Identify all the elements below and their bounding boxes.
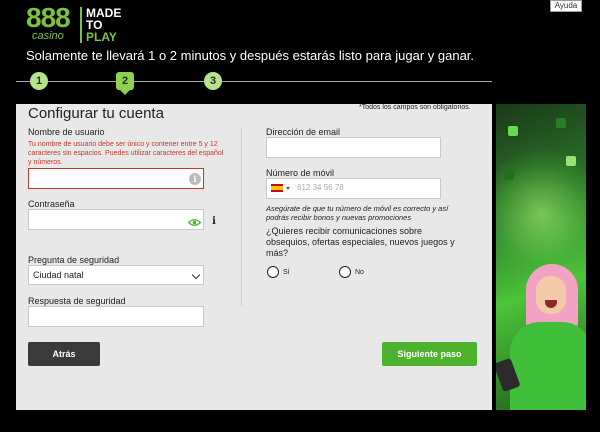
- username-input[interactable]: [29, 169, 203, 189]
- eye-icon[interactable]: [188, 218, 201, 227]
- mobile-hint: Asegúrate de que tu número de móvil es c…: [266, 204, 449, 222]
- username-error: Tu nombre de usuario debe ser único y co…: [28, 141, 224, 166]
- chip-icon: [556, 118, 566, 128]
- step-1: 1: [30, 72, 48, 90]
- step-3: 3: [204, 72, 222, 90]
- security-answer-field[interactable]: [28, 306, 204, 327]
- radio-yes[interactable]: [267, 266, 279, 278]
- radio-yes-label[interactable]: Sí: [283, 268, 290, 277]
- person-face: [536, 276, 566, 314]
- logo-number: 888: [26, 2, 71, 33]
- dice-icon: [508, 126, 518, 136]
- promo-question: ¿Quieres recibir comunicaciones sobre ob…: [266, 226, 455, 258]
- chevron-down-icon[interactable]: [286, 187, 290, 190]
- info-icon[interactable]: i: [189, 173, 201, 185]
- security-answer-input[interactable]: [29, 307, 203, 327]
- security-question-value: Ciudad natal: [33, 270, 84, 280]
- mobile-placeholder[interactable]: 612 34 56 78: [297, 182, 344, 194]
- person-body: [510, 322, 586, 410]
- email-input[interactable]: [267, 138, 440, 158]
- promo-image: [496, 104, 586, 410]
- logo-tagline: MADE TO PLAY: [86, 7, 121, 43]
- dice-icon: [504, 170, 514, 180]
- page-title: Configurar tu cuenta: [28, 105, 164, 122]
- column-divider: [241, 128, 242, 306]
- info-icon[interactable]: i: [209, 216, 219, 228]
- chevron-down-icon: [191, 270, 201, 280]
- steps-line: [16, 81, 492, 82]
- brand-logo: 888 casino MADE TO PLAY: [26, 4, 132, 44]
- required-note: *Todos los campos son obligatorios.: [359, 104, 471, 111]
- back-button[interactable]: Atrás: [28, 342, 100, 366]
- radio-no[interactable]: [339, 266, 351, 278]
- username-label: Nombre de usuario: [28, 127, 105, 137]
- password-input[interactable]: [29, 210, 203, 230]
- security-question-select[interactable]: Ciudad natal: [28, 265, 204, 285]
- page-tagline: Solamente te llevará 1 o 2 minutos y des…: [26, 48, 475, 63]
- help-button[interactable]: Ayuda: [550, 0, 582, 12]
- username-field[interactable]: [28, 168, 204, 189]
- star-icon: [566, 156, 576, 166]
- logo-tag-line3: PLAY: [86, 30, 117, 44]
- mobile-field[interactable]: [266, 178, 441, 199]
- email-field[interactable]: [266, 137, 441, 158]
- password-field[interactable]: [28, 209, 204, 230]
- logo-sub: casino: [32, 30, 64, 42]
- logo-divider: [80, 7, 82, 43]
- step-2: 2: [116, 72, 134, 95]
- radio-no-label[interactable]: No: [355, 268, 364, 277]
- spain-flag-icon[interactable]: [271, 184, 283, 192]
- next-step-button[interactable]: Siguiente paso: [382, 342, 477, 366]
